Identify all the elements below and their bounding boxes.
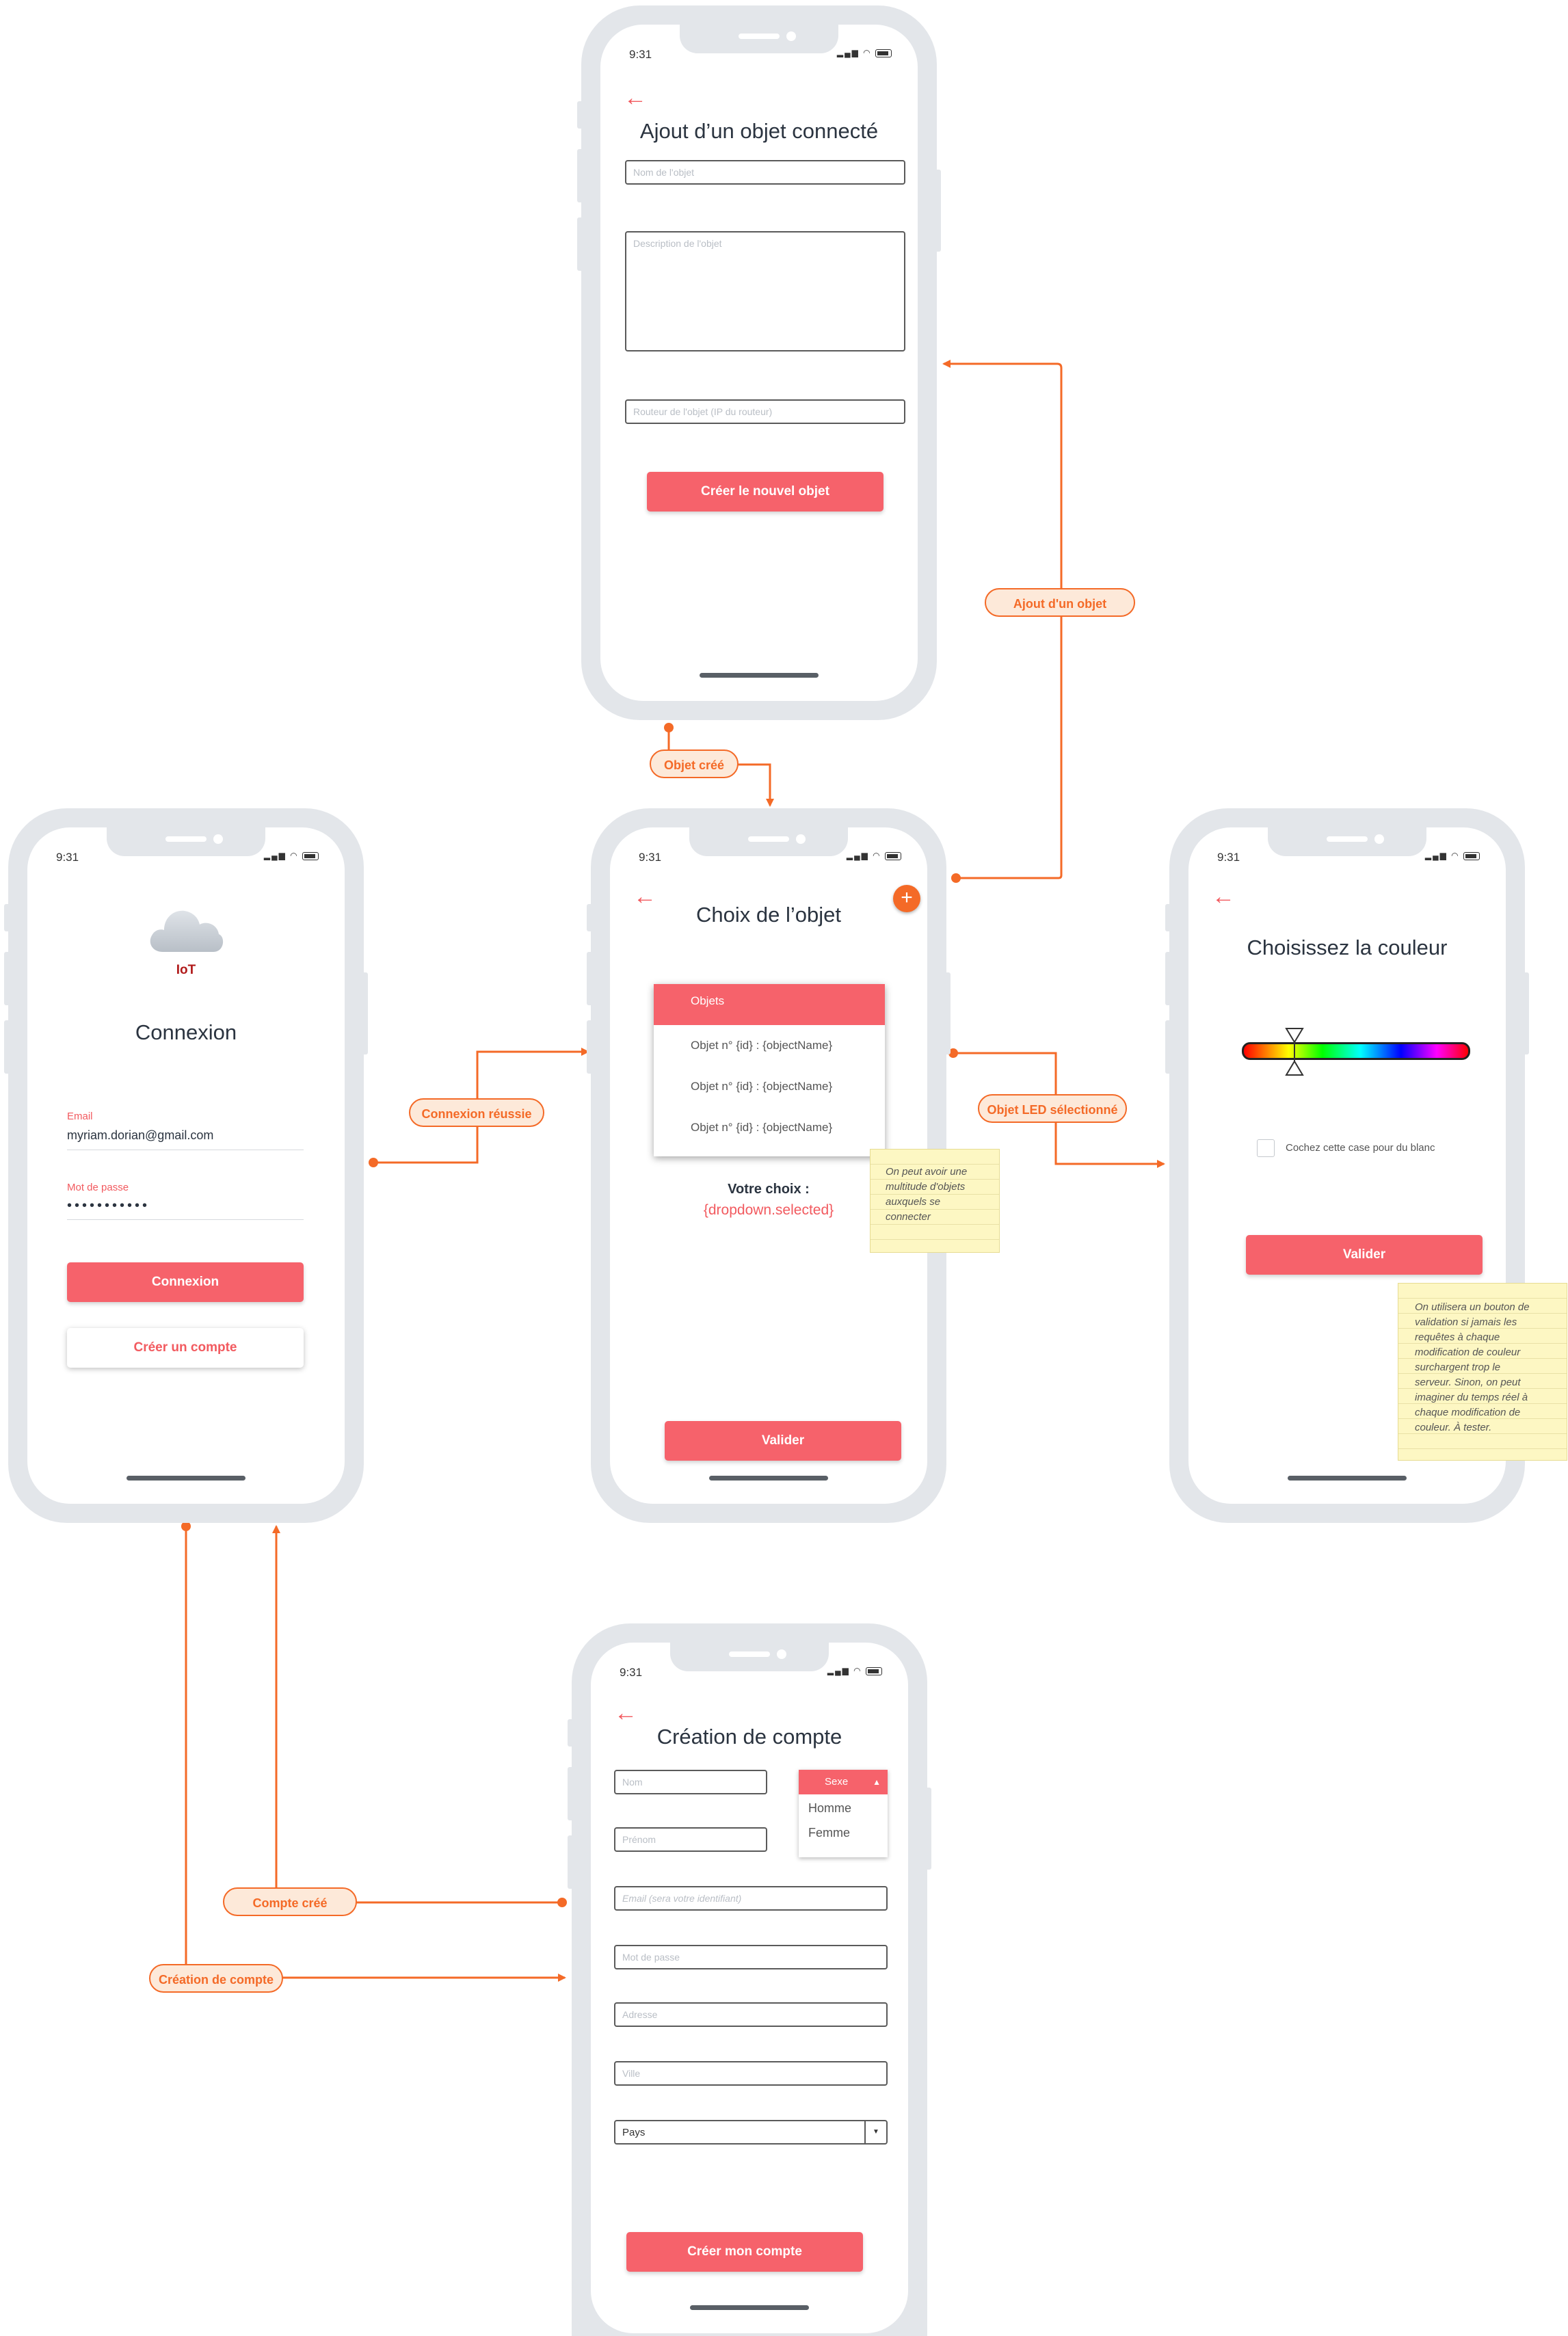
page-title: Choix de l’objet — [696, 903, 841, 927]
color-slider[interactable] — [1242, 1042, 1470, 1060]
phone-create-account: 9:31 ▂▄▆ ◠ ← Création de compte Nom Prén… — [568, 1623, 931, 2336]
connector-ajout-objet — [942, 360, 1063, 879]
home-indicator — [690, 2305, 809, 2310]
sex-dropdown-label: Sexe — [825, 1776, 849, 1788]
slider-handle-icon[interactable] — [1284, 1027, 1305, 1076]
logo-text: IoT — [176, 963, 196, 977]
label-creation-compte: Création de compte — [149, 1964, 283, 1993]
create-account-button[interactable]: Créer un compte — [67, 1328, 304, 1368]
status-time: 9:31 — [620, 1666, 643, 1679]
sex-option[interactable]: Femme — [799, 1820, 888, 1846]
phone-login: 9:31 ▂▄▆ ◠ IoT Connexion Email myriam.do… — [4, 808, 368, 1523]
object-name-input[interactable]: Nom de l'objet — [625, 160, 905, 185]
home-indicator — [700, 673, 819, 678]
sex-dropdown[interactable]: Sexe ▲ Homme Femme — [799, 1770, 888, 1857]
city-input[interactable]: Ville — [614, 2061, 888, 2086]
chevron-down-icon: ▼ — [864, 2121, 886, 2143]
validate-button[interactable]: Valider — [665, 1421, 901, 1461]
status-icons: ▂▄▆ ◠ — [1425, 851, 1480, 860]
status-time: 9:31 — [639, 851, 662, 864]
country-select[interactable]: Pays ▼ — [614, 2120, 888, 2145]
firstname-input[interactable]: Prénom — [614, 1827, 767, 1852]
email-field[interactable]: myriam.dorian@gmail.com — [67, 1128, 304, 1150]
status-time: 9:31 — [56, 851, 79, 864]
label-connexion-reussie: Connexion réussie — [409, 1098, 544, 1127]
password-field[interactable]: ••••••••••• — [67, 1198, 304, 1220]
connector-compte-cree — [272, 1525, 562, 1904]
back-arrow-icon[interactable]: ← — [624, 86, 647, 109]
status-time: 9:31 — [1217, 851, 1240, 864]
dropdown-option[interactable]: Objet n° {id} : {objectName} — [654, 1107, 885, 1148]
login-button[interactable]: Connexion — [67, 1262, 304, 1302]
back-arrow-icon[interactable]: ← — [1212, 885, 1235, 908]
object-router-input[interactable]: Routeur de l'objet (IP du routeur) — [625, 399, 905, 424]
password-label: Mot de passe — [67, 1182, 129, 1193]
address-input[interactable]: Adresse — [614, 2002, 888, 2027]
back-arrow-icon[interactable]: ← — [614, 1701, 637, 1725]
page-title: Création de compte — [656, 1725, 842, 1749]
home-indicator — [1288, 1476, 1407, 1481]
screen-add-object: 9:31 ▂▄▆ ◠ ← Ajout d’un objet connecté N… — [600, 25, 918, 701]
status-icons: ▂▄▆ ◠ — [837, 48, 892, 57]
validate-button[interactable]: Valider — [1246, 1235, 1483, 1275]
country-select-value: Pays — [622, 2127, 646, 2138]
sticky-note-objects: On peut avoir une multitude d'objets aux… — [870, 1149, 1000, 1253]
sex-option[interactable]: Homme — [799, 1794, 888, 1820]
sticky-note-validation: On utilisera un bouton de validation si … — [1398, 1283, 1567, 1461]
email-label: Email — [67, 1111, 93, 1122]
email-input[interactable]: Email (sera votre identifiant) — [614, 1886, 888, 1911]
home-indicator — [127, 1476, 245, 1481]
object-dropdown[interactable]: Objets Objet n° {id} : {objectName} Obje… — [654, 984, 885, 1156]
white-checkbox[interactable] — [1257, 1139, 1275, 1157]
label-ajout-objet: Ajout d'un objet — [985, 588, 1135, 617]
status-icons: ▂▄▆ ◠ — [264, 851, 319, 860]
page-title: Ajout d’un objet connecté — [639, 119, 879, 143]
dropdown-option[interactable]: Objet n° {id} : {objectName} — [654, 1066, 885, 1107]
dropdown-header[interactable]: Objets — [654, 984, 885, 1025]
white-checkbox-label: Cochez cette case pour du blanc — [1286, 1142, 1435, 1154]
chevron-up-icon: ▲ — [873, 1777, 881, 1787]
page-title: Choisissez la couleur — [1247, 935, 1448, 959]
status-icons: ▂▄▆ ◠ — [827, 1666, 882, 1675]
home-indicator — [709, 1476, 828, 1481]
object-description-input[interactable]: Description de l'objet — [625, 231, 905, 351]
label-objet-cree: Objet créé — [650, 749, 739, 778]
sex-dropdown-header[interactable]: Sexe ▲ — [799, 1770, 888, 1794]
label-compte-cree: Compte créé — [223, 1887, 357, 1916]
lastname-input[interactable]: Nom — [614, 1770, 767, 1794]
create-my-account-button[interactable]: Créer mon compte — [626, 2232, 863, 2272]
dropdown-option[interactable]: Objet n° {id} : {objectName} — [654, 1025, 885, 1066]
password-input[interactable]: Mot de passe — [614, 1945, 888, 1969]
screen-login: 9:31 ▂▄▆ ◠ IoT Connexion Email myriam.do… — [27, 827, 345, 1504]
label-objet-led: Objet LED sélectionné — [978, 1094, 1127, 1123]
cloud-icon — [150, 910, 224, 952]
create-object-button[interactable]: Créer le nouvel objet — [647, 472, 883, 512]
status-icons: ▂▄▆ ◠ — [847, 851, 901, 860]
status-time: 9:31 — [629, 48, 652, 61]
phone-add-object: 9:31 ▂▄▆ ◠ ← Ajout d’un objet connecté N… — [577, 5, 941, 720]
screen-create-account: 9:31 ▂▄▆ ◠ ← Création de compte Nom Prén… — [591, 1643, 908, 2333]
page-title: Connexion — [135, 1020, 237, 1044]
